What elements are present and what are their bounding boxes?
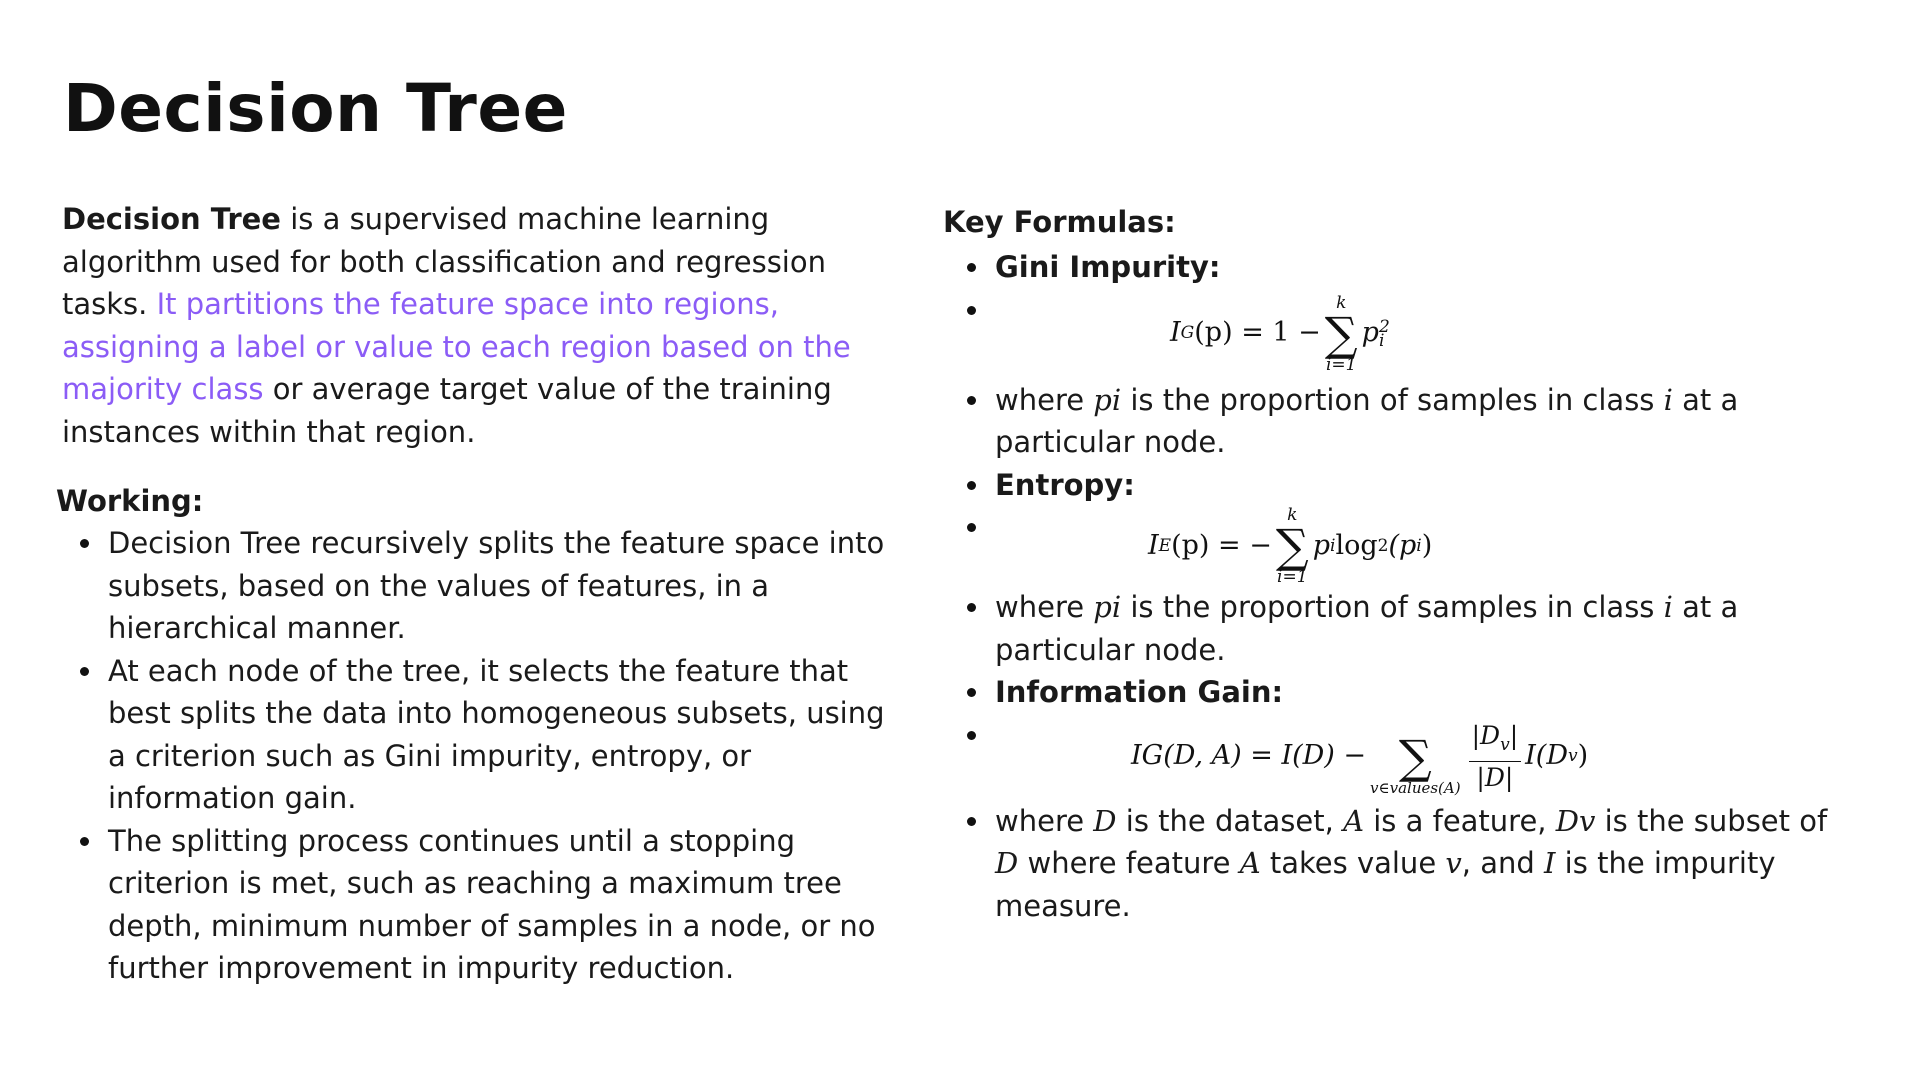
ig-num: |D — [1471, 720, 1501, 750]
where-var-A: A — [1239, 846, 1261, 880]
ig-formula-row: IG(D, A) = I(D) − ∑ v∈values(A) |Dv| |D|… — [967, 714, 1845, 800]
entropy-where-item: where pi is the proportion of samples in… — [967, 586, 1845, 671]
working-heading: Working: — [56, 484, 204, 518]
ig-num-sub: v — [1500, 734, 1510, 755]
where-var-I: I — [1544, 846, 1556, 880]
entropy-close: ) — [1421, 529, 1433, 561]
where-var-A: A — [1343, 803, 1365, 838]
where-text: is the subset of — [1595, 803, 1828, 838]
where-text: is the proportion of samples in class — [1121, 590, 1664, 624]
key-formulas-heading: Key Formulas: — [943, 205, 1176, 239]
entropy-formula-row: I E (p) = − k ∑ i=1 pi log 2 (p i) — [967, 506, 1845, 586]
where-var-pi: pi — [1093, 382, 1122, 417]
entropy-lhs-symbol: I — [1148, 529, 1159, 561]
ig-fraction-denominator: |D| — [1476, 762, 1514, 792]
where-var-D: D — [995, 846, 1019, 880]
where-text: is the proportion of samples in class — [1121, 382, 1664, 417]
working-item: Decision Tree recursively splits the fea… — [80, 522, 888, 650]
gini-where-item: where pi is the proportion of samples in… — [967, 379, 1845, 464]
ig-lhs: IG(D, A) = I(D) − — [1131, 740, 1367, 772]
gini-term-sub: i — [1378, 330, 1385, 351]
entropy-log: log — [1335, 529, 1378, 561]
gini-lhs-symbol: I — [1170, 317, 1181, 349]
information-gain-label: Information Gain: — [967, 671, 1845, 714]
ig-fraction: |Dv| |D| — [1468, 720, 1522, 794]
where-text: where feature — [1018, 846, 1240, 880]
ig-rhs: I(D — [1525, 740, 1568, 772]
sigma-icon: ∑ — [1398, 729, 1432, 784]
ig-rhs-sub: v — [1567, 746, 1578, 767]
ig-sum-lower: v∈values(A) — [1370, 778, 1461, 797]
working-item: At each node of the tree, it selects the… — [80, 650, 888, 820]
gini-term: p — [1361, 317, 1379, 349]
ig-fraction-numerator: |Dv| — [1468, 720, 1522, 762]
where-text: takes value — [1260, 846, 1446, 880]
entropy-arg: (p — [1388, 529, 1417, 561]
gini-sum-lower: i=1 — [1325, 354, 1357, 375]
entropy-log-base: 2 — [1377, 535, 1389, 556]
where-var-i: i — [1663, 590, 1673, 624]
gini-label: Gini Impurity: — [967, 246, 1845, 289]
where-text: where — [995, 803, 1094, 838]
ig-where-item: where D is the dataset, A is a feature, … — [967, 800, 1845, 928]
sigma-icon: ∑ — [1324, 306, 1358, 361]
where-var-i: i — [1663, 382, 1673, 417]
entropy-label: Entropy: — [967, 464, 1845, 507]
sigma-icon: ∑ — [1275, 519, 1309, 573]
where-var-D: D — [1093, 803, 1117, 838]
where-var-Dv: Dv — [1555, 803, 1596, 838]
intro-paragraph-block: Decision Tree is a supervised machine le… — [62, 198, 882, 453]
working-list: Decision Tree recursively splits the fea… — [80, 522, 888, 990]
intro-bold-term: Decision Tree — [62, 202, 281, 236]
entropy-term-p: p — [1312, 529, 1330, 561]
working-item: The splitting process continues until a … — [80, 820, 888, 990]
formulas-list: Gini Impurity: I G (p) = 1 − k ∑ i=1 p2i w… — [967, 246, 1845, 928]
gini-formula: I G (p) = 1 − k ∑ i=1 p2i — [1170, 289, 1845, 379]
gini-formula-row: I G (p) = 1 − k ∑ i=1 p2i — [967, 289, 1845, 379]
ig-rhs-close: ) — [1577, 740, 1589, 772]
entropy-summation: k ∑ i=1 — [1276, 506, 1309, 586]
where-text: where — [995, 590, 1094, 624]
entropy-lhs-arg: (p) = − — [1171, 529, 1272, 561]
where-text: where — [995, 382, 1094, 417]
ig-formula: IG(D, A) = I(D) − ∑ v∈values(A) |Dv| |D|… — [1131, 714, 1845, 800]
page-title: Decision Tree — [63, 70, 568, 147]
entropy-lhs-sub: E — [1158, 535, 1172, 556]
gini-lhs-sub: G — [1180, 323, 1195, 344]
where-var-pi: pi — [1093, 590, 1122, 624]
intro-paragraph: Decision Tree is a supervised machine le… — [62, 198, 882, 453]
entropy-formula: I E (p) = − k ∑ i=1 pi log 2 (p i) — [1148, 506, 1845, 586]
gini-lhs-arg: (p) = 1 − — [1194, 317, 1321, 349]
entropy-sum-lower: i=1 — [1277, 567, 1308, 587]
where-text: , and — [1461, 846, 1544, 880]
gini-term-scripts: 2i — [1378, 318, 1390, 351]
ig-num-close: | — [1509, 720, 1519, 750]
where-var-v: v — [1445, 846, 1462, 880]
gini-summation: k ∑ i=1 — [1325, 294, 1358, 374]
where-text: is the dataset, — [1116, 803, 1344, 838]
where-text: is a feature, — [1364, 803, 1556, 838]
ig-summation: ∑ v∈values(A) — [1370, 717, 1461, 797]
